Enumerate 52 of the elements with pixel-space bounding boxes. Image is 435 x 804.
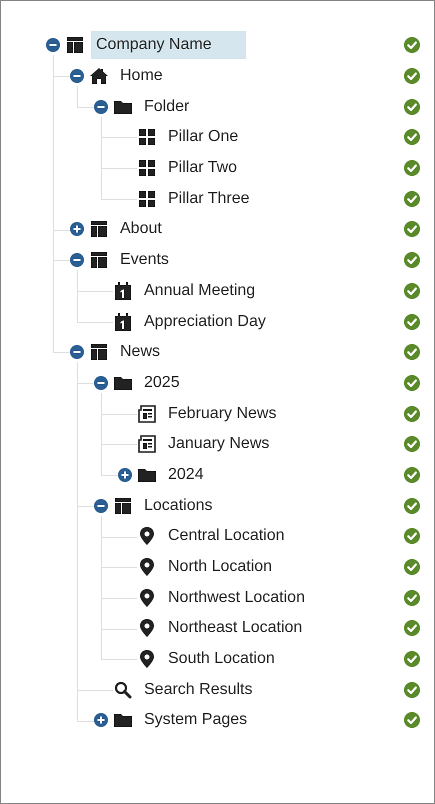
tree-item[interactable]: Pillar Two (163, 156, 242, 180)
tree-item[interactable]: Events (115, 248, 174, 272)
tree-item[interactable]: News (115, 340, 166, 364)
newspaper-icon (137, 434, 157, 454)
expand-toggle[interactable] (94, 713, 108, 728)
collapse-toggle[interactable] (70, 69, 84, 84)
home-icon (89, 66, 109, 86)
map-pin-icon (137, 588, 157, 608)
layout-icon (113, 496, 133, 516)
tree-item[interactable]: Annual Meeting (139, 278, 260, 303)
tree-item[interactable]: Pillar Three (163, 186, 255, 211)
layout-icon (65, 35, 85, 56)
tree-item[interactable]: Appreciation Day (139, 310, 271, 334)
map-pin-icon (137, 557, 157, 578)
collapse-toggle[interactable] (94, 100, 108, 114)
collapse-toggle[interactable] (94, 376, 108, 390)
grid-icon (137, 127, 157, 148)
tree-item[interactable]: About (115, 217, 167, 242)
expand-toggle[interactable] (118, 468, 132, 482)
newspaper-icon (137, 404, 157, 424)
grid-icon (137, 158, 157, 178)
tree-item[interactable]: Folder (139, 94, 194, 119)
tree-item[interactable]: January News (163, 432, 274, 456)
collapse-toggle[interactable] (70, 253, 84, 268)
tree-item[interactable]: Locations (139, 494, 218, 518)
layout-icon (89, 342, 109, 362)
collapse-toggle[interactable] (46, 38, 60, 52)
tree-item[interactable]: South Location (163, 647, 280, 672)
tree-item[interactable]: Central Location (163, 524, 290, 548)
tree-item[interactable]: 2025 (139, 370, 185, 395)
tree-item[interactable]: Northwest Location (163, 586, 310, 610)
grid-icon (137, 188, 157, 209)
tree-item[interactable]: Search Results (139, 678, 258, 702)
calendar-icon (113, 280, 133, 301)
calendar-icon (113, 312, 133, 332)
tree-item[interactable]: February News (163, 402, 282, 426)
collapse-toggle[interactable] (94, 498, 108, 513)
map-pin-icon (137, 526, 157, 546)
tree-item[interactable]: Home (115, 64, 168, 88)
tree-item[interactable]: 2024 (163, 462, 209, 487)
tree-item[interactable]: System Pages (139, 708, 252, 732)
tree-item[interactable]: Northeast Location (163, 616, 308, 640)
tree-item[interactable]: Pillar One (163, 125, 244, 150)
collapse-toggle[interactable] (70, 345, 84, 360)
map-pin-icon (137, 649, 157, 670)
layout-icon (89, 250, 109, 270)
expand-toggle[interactable] (70, 222, 84, 236)
tree-item[interactable]: North Location (163, 555, 278, 580)
layout-icon (89, 219, 109, 240)
map-pin-icon (137, 618, 157, 638)
tree-item[interactable]: Company Name (91, 31, 246, 60)
search-icon (113, 680, 133, 700)
